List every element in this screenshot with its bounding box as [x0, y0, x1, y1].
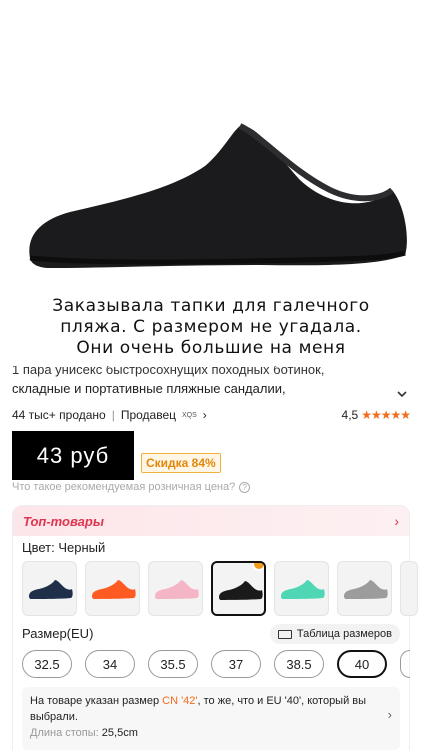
meme-caption: Заказывала тапки для галечного пляжа. С … [0, 296, 422, 359]
color-swatch-gray[interactable] [337, 561, 392, 616]
size-label: Размер(EU) [22, 626, 94, 641]
size-table-button[interactable]: Таблица размеров [269, 624, 400, 644]
product-title[interactable]: 1 пара унисекс быстросохнущих походных б… [12, 366, 397, 404]
ruler-icon [277, 629, 292, 639]
size-option-34[interactable]: 34 [85, 650, 135, 678]
rrp-question[interactable]: Что такое рекомендуемая розничная цена? … [12, 481, 251, 493]
shoe-thumbnail-icon [281, 580, 325, 599]
chevron-down-icon[interactable] [396, 388, 408, 400]
price-box: 43 руб [12, 431, 134, 480]
note-cn-size: CN '42' [162, 695, 198, 707]
rating-value: 4,5 [341, 408, 359, 422]
shoe-thumbnail-icon [92, 580, 136, 599]
seller-name[interactable]: XQS [182, 412, 197, 419]
color-label: Цвет: Черный [22, 540, 106, 555]
product-title-line-2: складные и портативные пляжные сандалии, [12, 381, 286, 396]
sales-seller-row: 44 тыс+ продано | Продавец XQS › [12, 408, 207, 422]
caption-line-2: пляжа. С размером не угадала. [60, 317, 362, 337]
shoe-thumbnail-icon [219, 581, 263, 600]
top-products-banner[interactable]: Топ-товары › [13, 506, 409, 536]
size-option-more[interactable] [400, 650, 410, 678]
color-swatch-pink[interactable] [148, 561, 203, 616]
chevron-right-icon[interactable]: › [394, 513, 399, 529]
size-table-label: Таблица размеров [296, 628, 392, 640]
top-products-label: Топ-товары [23, 513, 104, 529]
sold-count: 44 тыс+ продано [12, 408, 106, 422]
question-icon[interactable]: ? [239, 481, 251, 493]
color-swatch-more[interactable] [400, 561, 418, 616]
shoe-thumbnail-icon [155, 580, 199, 599]
size-option-40[interactable]: 40 [337, 650, 387, 678]
size-note[interactable]: На товаре указан размер CN '42', то же, … [22, 687, 400, 750]
product-image: Заказывала тапки для галечного пляжа. С … [0, 0, 422, 372]
note-prefix: На товаре указан размер [30, 695, 163, 707]
size-option-32-5[interactable]: 32.5 [22, 650, 72, 678]
color-swatch-black[interactable] [211, 561, 266, 616]
seller-label[interactable]: Продавец [121, 408, 176, 422]
size-option-37[interactable]: 37 [211, 650, 261, 678]
size-option-35-5[interactable]: 35.5 [148, 650, 198, 678]
color-swatch-navy[interactable] [22, 561, 77, 616]
size-options: 32.5 34 35.5 37 38.5 40 [22, 650, 410, 678]
caption-line-3: Они очень большие на меня [76, 338, 346, 358]
color-swatch-mint[interactable] [274, 561, 329, 616]
caption-line-1: Заказывала тапки для галечного [52, 296, 370, 316]
rating[interactable]: 4,5 ★★★★★ [341, 408, 411, 422]
hot-badge-icon [252, 563, 264, 571]
color-swatches [22, 561, 418, 616]
separator: | [111, 408, 115, 422]
chevron-right-icon[interactable]: › [203, 408, 207, 422]
shoe-thumbnail-icon [344, 580, 388, 599]
black-water-shoe-image [29, 123, 407, 268]
size-option-38-5[interactable]: 38.5 [274, 650, 324, 678]
size-note-text: На товаре указан размер CN '42', то же, … [30, 693, 392, 725]
foot-length: Длина стопы: 25,5cm [30, 725, 392, 741]
product-title-line-1: 1 пара унисекс быстросохнущих походных б… [12, 366, 325, 377]
star-rating-icon: ★★★★★ [361, 408, 411, 422]
chevron-right-icon[interactable]: › [388, 707, 392, 723]
color-swatch-orange[interactable] [85, 561, 140, 616]
foot-length-value: 25,5cm [101, 727, 138, 739]
shoe-thumbnail-icon [29, 580, 73, 599]
rrp-question-text: Что такое рекомендуемая розничная цена? [12, 481, 236, 493]
discount-badge: Скидка 84% [141, 453, 221, 473]
foot-length-label: Длина стопы: [30, 727, 102, 739]
